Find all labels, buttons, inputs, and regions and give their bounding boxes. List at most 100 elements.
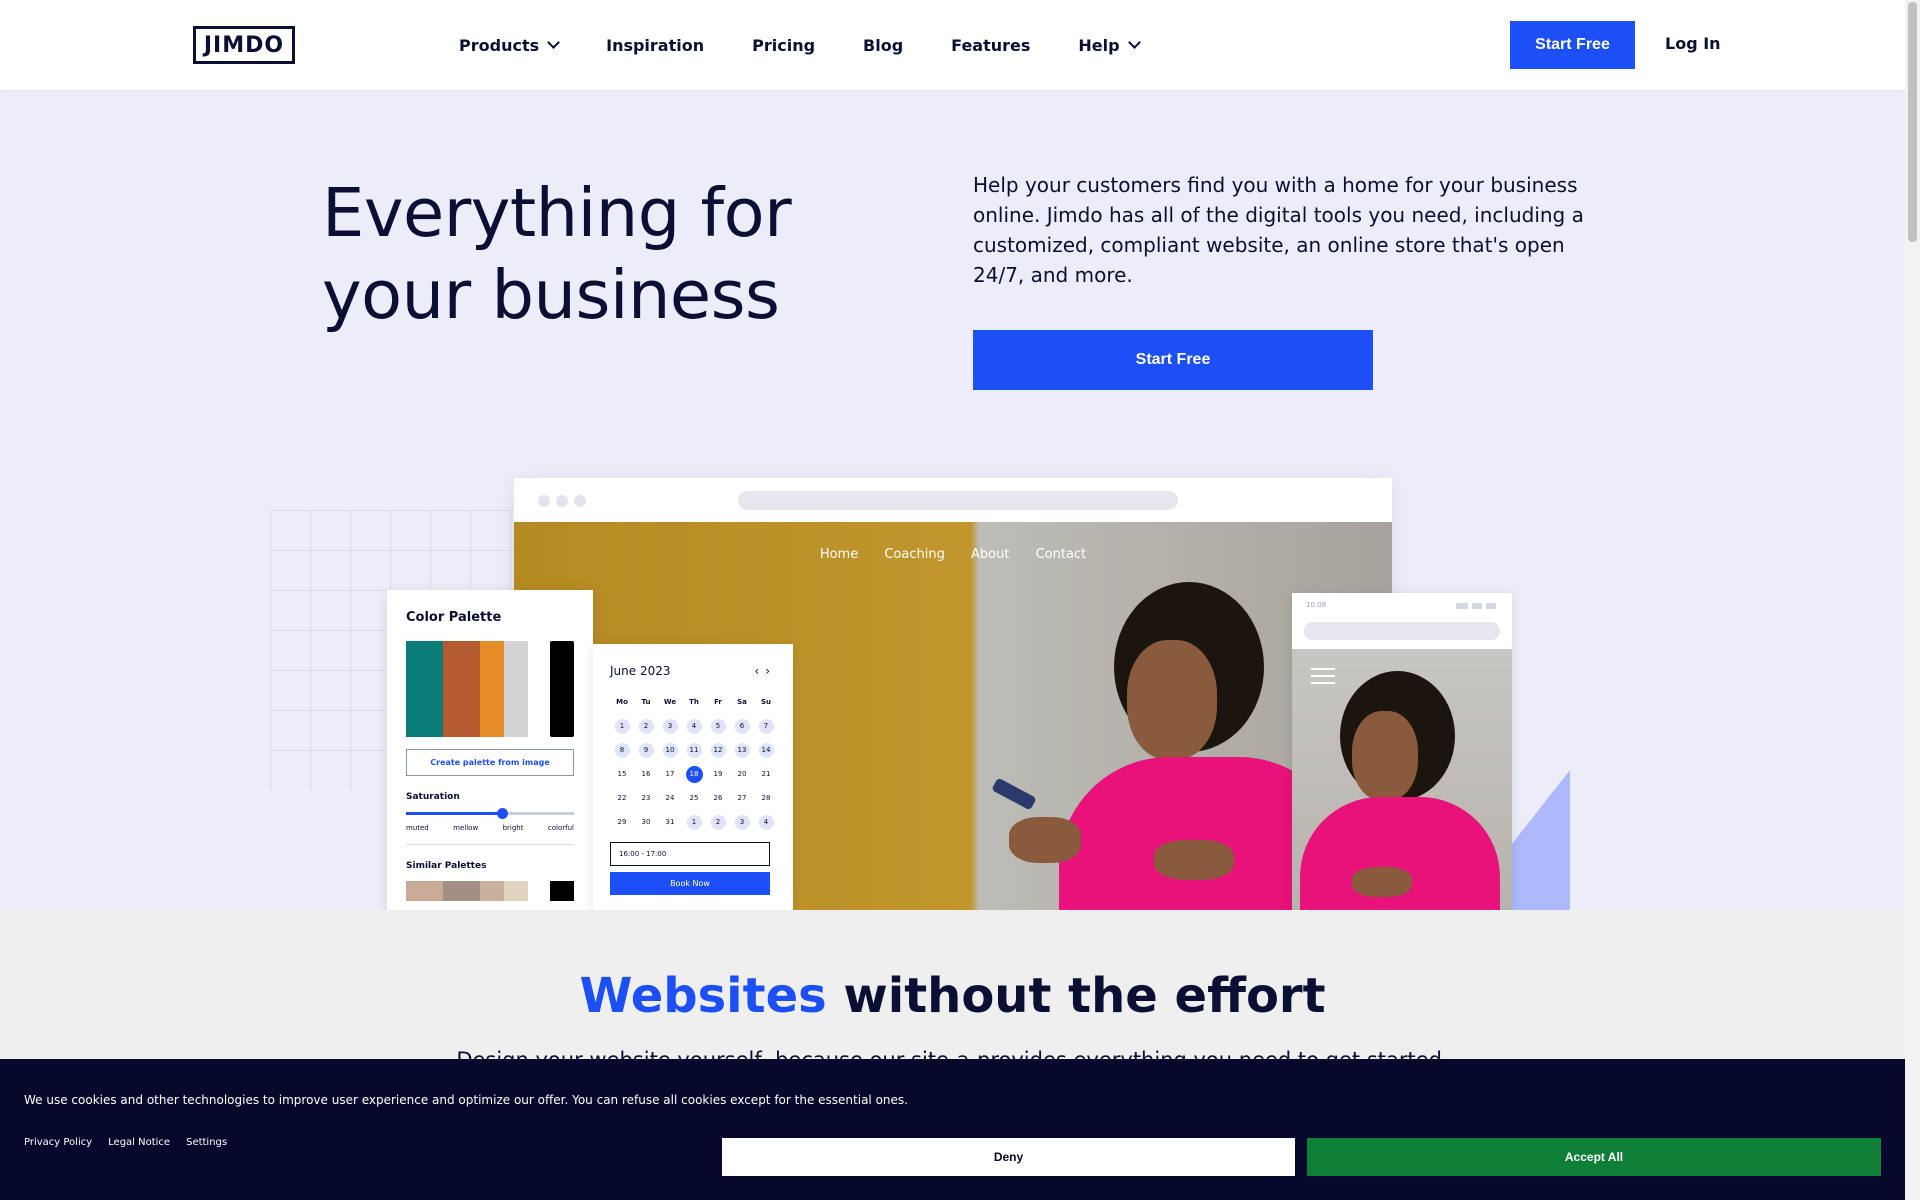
calendar-day[interactable]: 13	[730, 738, 754, 762]
calendar-day[interactable]: 1	[610, 714, 634, 738]
nav-features[interactable]: Features	[951, 36, 1030, 55]
calendar-day-number: 11	[686, 742, 702, 758]
calendar-day[interactable]: 1	[682, 810, 706, 834]
color-swatch[interactable]	[443, 641, 480, 737]
hero-illustration: Home Coaching About Contact Color Palett…	[0, 470, 1905, 910]
color-swatch[interactable]	[406, 641, 443, 737]
jimdo-logo[interactable]: JIMDO	[193, 26, 295, 64]
calendar-day-number: 6	[734, 718, 750, 734]
similar-palette-swatches[interactable]	[406, 881, 574, 901]
calendar-day[interactable]: 28	[754, 786, 778, 810]
calendar-day[interactable]: 20	[730, 762, 754, 786]
calendar-day[interactable]: 19	[706, 762, 730, 786]
calendar-day[interactable]: 25	[682, 786, 706, 810]
saturation-slider[interactable]	[406, 808, 574, 819]
calendar-day[interactable]: 26	[706, 786, 730, 810]
page-scrollbar[interactable]	[1905, 0, 1920, 1200]
color-swatch	[406, 881, 443, 901]
calendar-day[interactable]: 17	[658, 762, 682, 786]
calendar-day[interactable]: 21	[754, 762, 778, 786]
calendar-day[interactable]: 3	[730, 810, 754, 834]
login-link[interactable]: Log In	[1665, 34, 1721, 53]
privacy-policy-link[interactable]: Privacy Policy	[24, 1137, 92, 1148]
window-dot-icon	[538, 495, 550, 507]
calendar-day[interactable]: 2	[706, 810, 730, 834]
nav-products[interactable]: Products	[459, 35, 560, 55]
calendar-day[interactable]: 7	[754, 714, 778, 738]
calendar-day[interactable]: 11	[682, 738, 706, 762]
color-palette-card: Color Palette Create palette from image …	[387, 590, 593, 910]
divider	[406, 844, 574, 845]
calendar-day[interactable]: 5	[706, 714, 730, 738]
palette-title: Color Palette	[406, 610, 502, 625]
hamburger-menu-icon[interactable]	[1311, 668, 1335, 689]
weekday-label: Fr	[714, 698, 722, 706]
calendar-day-number: 16	[641, 770, 651, 778]
calendar-day[interactable]: 6	[730, 714, 754, 738]
chevron-left-icon[interactable]: ‹	[754, 664, 765, 678]
similar-palettes-label: Similar Palettes	[406, 861, 487, 871]
calendar-day-number: 23	[641, 794, 651, 802]
time-slot-field[interactable]: 16:00 - 17:00	[610, 842, 770, 866]
calendar-day[interactable]: 3	[658, 714, 682, 738]
calendar-day[interactable]: 4	[682, 714, 706, 738]
hero-description: Help your customers find you with a home…	[973, 173, 1584, 287]
nav-help[interactable]: Help	[1078, 36, 1141, 55]
book-now-button[interactable]: Book Now	[610, 872, 770, 895]
saturation-option: colorful	[547, 824, 574, 832]
chevron-right-icon[interactable]: ›	[765, 664, 776, 678]
nav-pricing[interactable]: Pricing	[752, 36, 815, 55]
preview-nav-home: Home	[819, 547, 859, 562]
calendar-day-number: 1	[614, 718, 630, 734]
preview-nav-coaching: Coaching	[884, 547, 945, 562]
calendar-day[interactable]: 16	[634, 762, 658, 786]
color-swatch[interactable]	[504, 641, 528, 737]
calendar-day[interactable]: 12	[706, 738, 730, 762]
nav-inspiration-label: Inspiration	[606, 35, 705, 55]
create-palette-button[interactable]: Create palette from image	[406, 749, 574, 776]
deny-cookies-button[interactable]: Deny	[722, 1138, 1295, 1176]
color-swatch	[550, 881, 574, 901]
calendar-day-number: 13	[734, 742, 750, 758]
section-title-accent: Websites	[579, 968, 827, 1024]
hero-start-free-button[interactable]: Start Free	[973, 330, 1373, 390]
calendar-day[interactable]: 30	[634, 810, 658, 834]
nav-blog[interactable]: Blog	[863, 36, 903, 55]
calendar-day-number: 21	[761, 770, 771, 778]
color-swatch[interactable]	[550, 641, 574, 737]
nav-products-label: Products	[459, 35, 540, 55]
calendar-day[interactable]: 31	[658, 810, 682, 834]
nav-inspiration[interactable]: Inspiration	[606, 36, 704, 55]
legal-notice-link[interactable]: Legal Notice	[108, 1137, 170, 1148]
calendar-day[interactable]: 15	[610, 762, 634, 786]
calendar-day[interactable]: 18	[682, 762, 706, 786]
color-swatch[interactable]	[480, 641, 504, 737]
calendar-day[interactable]: 9	[634, 738, 658, 762]
calendar-day[interactable]: 8	[610, 738, 634, 762]
calendar-day[interactable]: 29	[610, 810, 634, 834]
preview-site-nav: Home Coaching About Contact	[514, 547, 1392, 562]
calendar-day-number: 1	[686, 814, 702, 830]
calendar-day[interactable]: 2	[634, 714, 658, 738]
accept-all-cookies-button[interactable]: Accept All	[1307, 1138, 1881, 1176]
calendar-day[interactable]: 23	[634, 786, 658, 810]
header-start-free-button[interactable]: Start Free	[1510, 21, 1635, 69]
phone-url-bar	[1304, 622, 1500, 640]
calendar-day[interactable]: 24	[658, 786, 682, 810]
calendar-day[interactable]: 22	[610, 786, 634, 810]
scrollbar-thumb[interactable]	[1908, 2, 1917, 242]
calendar-day-number: 8	[614, 742, 630, 758]
calendar-grid: Mo Tu We Th Fr Sa Su 1 2 3 4 5 6 7 8 9 10 11 12 13 14 15 16 17 1…	[610, 690, 776, 834]
settings-link[interactable]: Settings	[186, 1137, 227, 1148]
calendar-day-number: 24	[665, 794, 675, 802]
site-header: JIMDO Products Inspiration Pricing Blog …	[0, 0, 1905, 90]
calendar-day-number: 19	[713, 770, 723, 778]
slider-handle[interactable]	[496, 808, 508, 819]
calendar-day[interactable]: 4	[754, 810, 778, 834]
calendar-day[interactable]: 14	[754, 738, 778, 762]
calendar-day[interactable]: 27	[730, 786, 754, 810]
mobile-mockup: 10:08	[1292, 593, 1512, 910]
calendar-day[interactable]: 10	[658, 738, 682, 762]
saturation-label: Saturation	[406, 792, 460, 802]
phone-status-time: 10:08	[1306, 601, 1327, 609]
